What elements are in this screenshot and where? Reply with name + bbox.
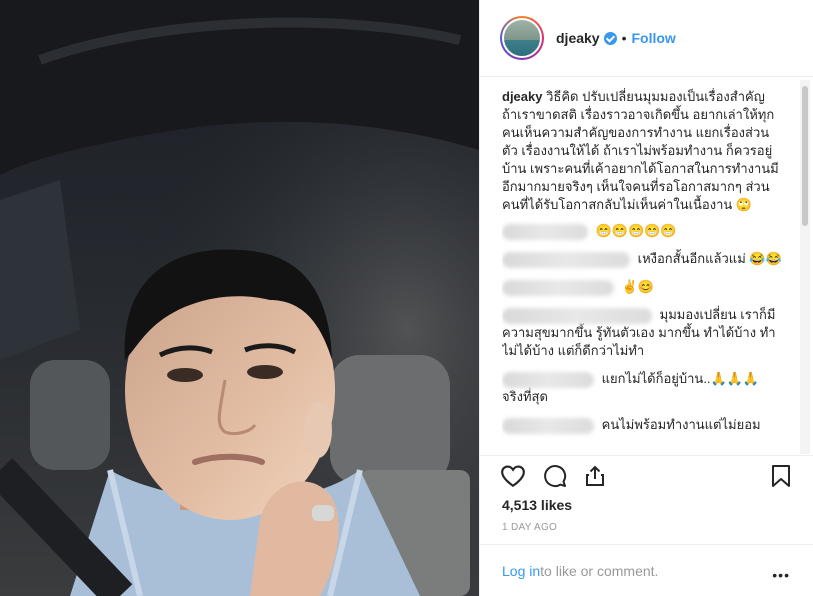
- caption: djeaky วิธีคิด ปรับเปลี่ยนมุมมองเป็นเรื่…: [502, 88, 782, 214]
- login-link[interactable]: Log in: [502, 563, 540, 579]
- post-header: djeaky • Follow: [480, 0, 813, 77]
- post-footer: Log in to like or comment. •••: [480, 544, 813, 596]
- list-item: มุมมองเปลี่ยน เราก็มีความสุขมากขึ้น รู้ท…: [502, 306, 782, 360]
- comment-bubble-icon[interactable]: [542, 464, 568, 493]
- blurred-username: [502, 223, 588, 240]
- avatar[interactable]: [500, 16, 544, 60]
- list-item: ✌😊: [502, 278, 782, 296]
- post-timestamp[interactable]: 1 DAY AGO: [502, 522, 557, 533]
- post-side-panel: djeaky • Follow djeaky วิธีคิด ปรับเปลี่…: [479, 0, 813, 596]
- scrollbar-thumb[interactable]: [802, 86, 808, 226]
- blurred-username: [502, 371, 594, 388]
- heart-icon[interactable]: [500, 464, 526, 493]
- username-link[interactable]: djeaky: [556, 30, 600, 46]
- more-options-button[interactable]: •••: [772, 567, 790, 583]
- likes-count[interactable]: 4,513 likes: [502, 497, 572, 513]
- verified-badge-icon: [603, 31, 617, 45]
- blurred-username: [502, 417, 594, 434]
- blurred-username: [502, 251, 630, 268]
- comments-scrollbar[interactable]: [800, 80, 810, 454]
- post-photo[interactable]: [0, 0, 479, 596]
- caption-text: วิธีคิด ปรับเปลี่ยนมุมมองเป็นเรื่องสำคัญ…: [502, 89, 779, 212]
- comment-text: เหงือกสั้นอีกแล้วแม่ 😂😂: [637, 251, 782, 266]
- bookmark-icon[interactable]: [770, 464, 792, 493]
- dot-separator: •: [621, 30, 627, 46]
- blurred-username: [502, 279, 614, 296]
- selfie-illustration: [0, 0, 479, 596]
- login-prompt-text: to like or comment.: [540, 562, 659, 579]
- caption-username[interactable]: djeaky: [502, 89, 542, 104]
- list-item: แยกไม่ได้ก็อยู่บ้าน..🙏🙏🙏 จริงที่สุด: [502, 370, 782, 406]
- list-item: คนไม่พร้อมทำงานแต่ไม่ยอม: [502, 416, 782, 434]
- avatar-image: [502, 18, 542, 58]
- comment-text: ✌😊: [621, 279, 654, 294]
- action-bar: [480, 455, 813, 495]
- list-item: เหงือกสั้นอีกแล้วแม่ 😂😂: [502, 250, 782, 268]
- blurred-username: [502, 307, 652, 324]
- comment-text: คนไม่พร้อมทำงานแต่ไม่ยอม: [601, 417, 761, 432]
- list-item: 😁😁😁😁😁: [502, 222, 782, 240]
- share-icon[interactable]: [583, 464, 607, 493]
- follow-button[interactable]: Follow: [632, 30, 676, 46]
- comments-list[interactable]: djeaky วิธีคิด ปรับเปลี่ยนมุมมองเป็นเรื่…: [502, 88, 782, 454]
- comment-text: 😁😁😁😁😁: [595, 223, 677, 238]
